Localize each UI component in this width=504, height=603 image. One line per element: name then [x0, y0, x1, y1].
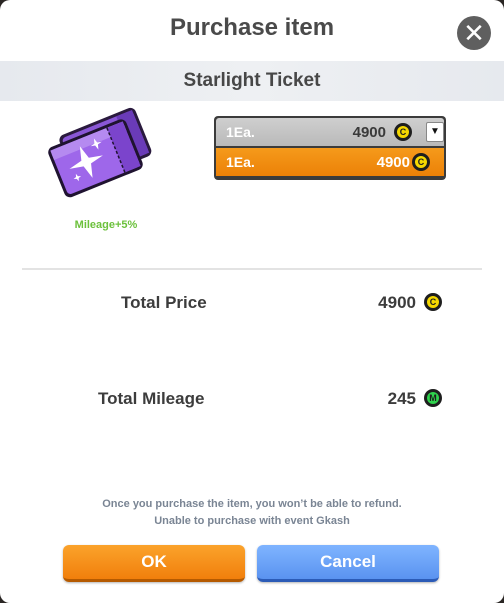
- mileage-bonus-label: Mileage+5%: [74, 219, 138, 231]
- mileage-coin-icon: M: [424, 389, 442, 407]
- currency-coin-icon: C: [424, 293, 442, 311]
- total-mileage-label: Total Mileage: [98, 389, 205, 408]
- selected-qty: 1Ea.: [226, 124, 255, 140]
- notice-line-gkash: Unable to purchase with event Gkash: [154, 515, 350, 527]
- quantity-selected[interactable]: 1Ea. 4900 C ▼: [216, 118, 444, 146]
- purchase-notice: Once you purchase the item, you won’t be…: [0, 496, 504, 530]
- chevron-down-icon[interactable]: ▼: [426, 122, 444, 142]
- notice-line-refund: Once you purchase the item, you won’t be…: [102, 498, 402, 510]
- ok-button[interactable]: OK: [63, 545, 245, 582]
- ticket-icon: [48, 107, 152, 198]
- selected-price: 4900: [352, 124, 386, 141]
- quantity-dropdown[interactable]: 1Ea. 4900 C ▼ 1Ea. 4900 C: [214, 116, 446, 180]
- quantity-option[interactable]: 1Ea. 4900 C: [216, 148, 444, 176]
- option-qty: 1Ea.: [226, 154, 255, 170]
- cancel-button[interactable]: Cancel: [257, 545, 439, 582]
- purchase-dialog: Purchase item ✕ Starlight Ticket Mileage…: [0, 0, 504, 603]
- dialog-title: Purchase item: [169, 14, 335, 41]
- total-price-label: Total Price: [121, 293, 207, 312]
- currency-coin-icon: C: [394, 123, 412, 141]
- close-icon[interactable]: ✕: [457, 16, 491, 50]
- total-price-value: 4900: [378, 293, 416, 312]
- total-mileage-value: 245: [387, 389, 416, 408]
- item-name: Starlight Ticket: [183, 70, 321, 91]
- divider: [22, 268, 482, 270]
- option-price: 4900: [376, 154, 410, 171]
- currency-coin-icon: C: [412, 153, 430, 171]
